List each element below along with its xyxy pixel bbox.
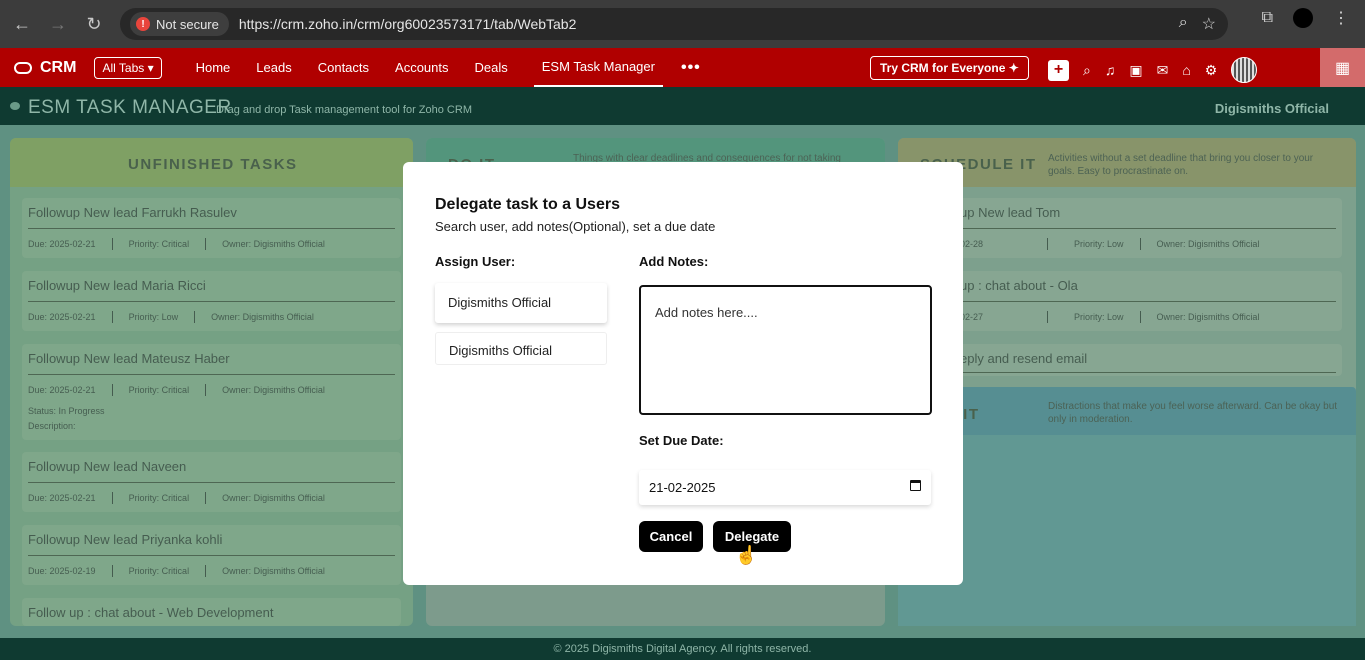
nav-accounts[interactable]: Accounts [395, 48, 448, 87]
modal-title: Delegate task to a Users [435, 196, 620, 213]
all-tabs-dropdown[interactable]: All Tabs ▾ [94, 56, 162, 79]
app-logo-icon [10, 102, 20, 110]
create-plus-icon[interactable]: + [1048, 59, 1069, 81]
crm-top-nav: CRM All Tabs ▾ Home Leads Contacts Accou… [0, 48, 1365, 87]
try-crm-button[interactable]: Try CRM for Everyone ✦ [870, 56, 1029, 80]
nav-esm-task-manager[interactable]: ESM Task Manager [533, 48, 663, 87]
due-date-value: 21-02-2025 [649, 480, 716, 495]
browser-menu-icon[interactable]: ⋮ [1333, 8, 1349, 28]
delegate-modal: Delegate task to a Users Search user, ad… [403, 162, 963, 585]
gear-icon[interactable]: ⚙ [1205, 62, 1218, 79]
back-icon[interactable]: ← [4, 6, 40, 42]
due-date-input[interactable]: 21-02-2025 [639, 470, 931, 505]
extensions-icon[interactable]: ⧉ [1262, 9, 1273, 27]
add-notes-label: Add Notes: [639, 254, 709, 269]
cancel-button[interactable]: Cancel [639, 521, 703, 552]
security-chip[interactable]: ! Not secure [130, 12, 229, 36]
hand-cursor-icon: ☝ [735, 545, 758, 565]
calendar-picker-icon[interactable] [910, 480, 921, 491]
address-bar[interactable]: ! Not secure https://crm.zoho.in/crm/org… [120, 8, 1228, 40]
user-option[interactable]: Digismiths Official [435, 283, 607, 323]
assign-user-label: Assign User: [435, 254, 516, 269]
profile-avatar[interactable] [1293, 8, 1313, 28]
modal-subtitle: Search user, add notes(Optional), set a … [435, 219, 716, 234]
browser-toolbar: ← → ↻ ! Not secure https://crm.zoho.in/c… [0, 0, 1365, 48]
search-icon[interactable]: ⌕ [1083, 62, 1091, 79]
apps-grid-icon[interactable]: ▦ [1320, 48, 1365, 87]
marketplace-icon[interactable]: ⌂ [1182, 62, 1190, 78]
bell-icon[interactable]: ♫ [1105, 62, 1116, 78]
app-header: ESM TASK MANAGER Drag and drop Task mana… [0, 87, 1365, 125]
mail-icon[interactable]: ✉ [1157, 62, 1169, 79]
nav-leads[interactable]: Leads [256, 48, 291, 87]
calendar-icon[interactable]: ▣ [1129, 62, 1142, 79]
warning-icon: ! [136, 17, 150, 31]
url-text[interactable]: https://crm.zoho.in/crm/org60023573171/t… [239, 16, 577, 32]
due-date-label: Set Due Date: [639, 433, 724, 448]
app-subtitle: Drag and drop Task management tool for Z… [216, 104, 472, 116]
app-user-name: Digismiths Official [1214, 101, 1329, 116]
nav-deals[interactable]: Deals [475, 48, 508, 87]
notes-textarea[interactable] [639, 285, 932, 415]
more-tabs-icon[interactable]: ••• [681, 59, 701, 77]
bookmark-star-icon[interactable]: ☆ [1202, 14, 1216, 34]
footer: © 2025 Digismiths Digital Agency. All ri… [0, 638, 1365, 660]
nav-contacts[interactable]: Contacts [318, 48, 369, 87]
crm-logo-icon [14, 61, 32, 74]
nav-home[interactable]: Home [196, 48, 231, 87]
user-option[interactable]: Digismiths Official [435, 332, 607, 365]
app-title: ESM TASK MANAGER [28, 97, 232, 118]
crm-logo-text: CRM [40, 58, 77, 76]
reload-icon[interactable]: ↻ [76, 6, 112, 42]
zoom-icon[interactable]: ⌕ [1179, 14, 1188, 34]
forward-icon[interactable]: → [40, 6, 76, 42]
crm-logo[interactable]: CRM [14, 59, 76, 77]
security-label: Not secure [156, 16, 219, 32]
user-avatar[interactable] [1231, 57, 1258, 83]
